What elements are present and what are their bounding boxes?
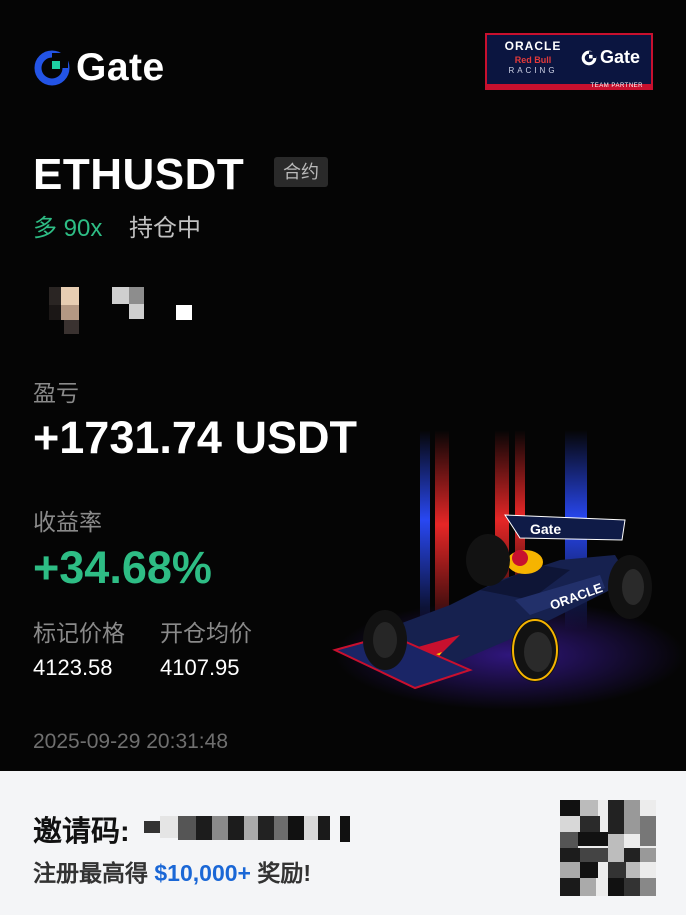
- sponsor-redbull: Red Bull: [514, 55, 552, 65]
- svg-text:Gate: Gate: [530, 521, 561, 537]
- trading-pair: ETHUSDT: [33, 150, 245, 199]
- share-card: Gate ORACLE Red Bull RACING Gate TEAM PA…: [0, 0, 686, 915]
- invite-code-label: 邀请码:: [33, 816, 130, 848]
- mark-price-value: 4123.58: [33, 655, 113, 680]
- mark-price-label: 标记价格: [33, 620, 125, 646]
- position-direction: 多 90x: [33, 215, 103, 242]
- contract-tag: 合约: [274, 157, 328, 187]
- gate-logo-icon: [34, 50, 70, 86]
- promo-suffix: 奖励!: [250, 860, 312, 886]
- sponsor-racing: RACING: [508, 66, 558, 75]
- entry-price-value: 4107.95: [160, 655, 240, 680]
- sponsor-partner: TEAM PARTNER: [590, 83, 643, 89]
- promo-amount: $10,000+: [154, 860, 251, 886]
- f1-car-illustration: Gate ORACLE: [330, 430, 686, 730]
- roe-label: 收益率: [33, 509, 102, 535]
- brand-name: Gate: [76, 46, 165, 89]
- promo-prefix: 注册最高得: [33, 860, 155, 886]
- pnl-label: 盈亏: [33, 380, 79, 406]
- roe-value: +34.68%: [33, 542, 212, 593]
- promo-text: 注册最高得 $10,000+ 奖励!: [33, 854, 311, 888]
- position-status: 持仓中: [129, 215, 201, 242]
- sponsor-gate-text: Gate: [600, 47, 641, 67]
- pnl-value: +1731.74 USDT: [33, 412, 357, 463]
- sponsor-oracle: ORACLE: [504, 39, 562, 53]
- timestamp: 2025-09-29 20:31:48: [33, 730, 228, 753]
- gate-logo: Gate: [34, 46, 165, 89]
- gate-mini-icon: [581, 50, 597, 65]
- race-car-image: Gate ORACLE: [332, 430, 685, 710]
- sponsor-badge: ORACLE Red Bull RACING Gate TEAM PARTNER: [485, 33, 653, 90]
- sponsor-gate: Gate: [581, 47, 640, 68]
- entry-price-label: 开仓均价: [160, 620, 252, 646]
